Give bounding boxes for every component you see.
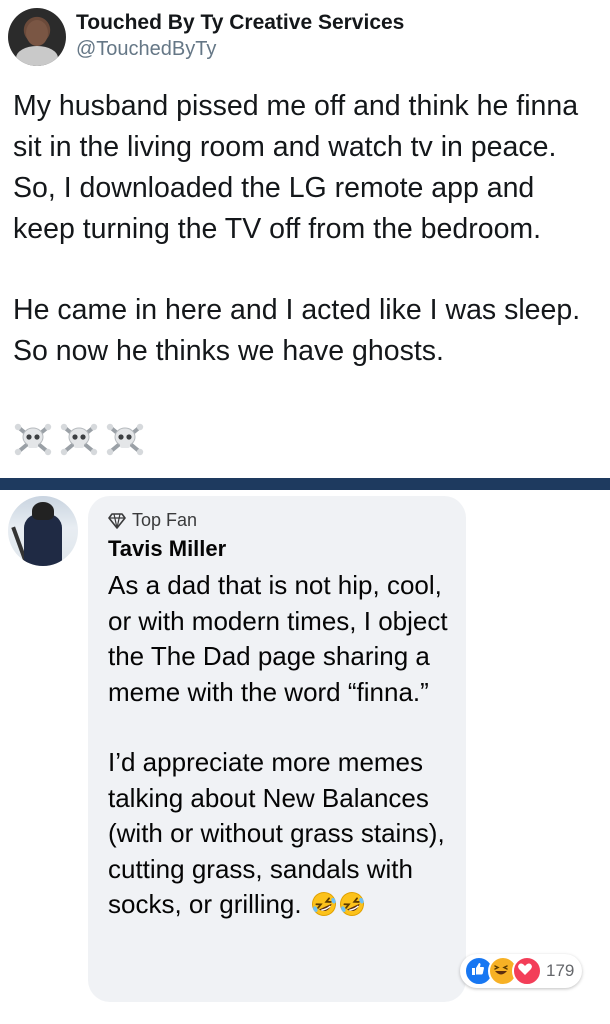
skull-crossbones-icon bbox=[60, 423, 98, 456]
skull-crossbones-icon bbox=[106, 423, 144, 456]
comment-paragraph: As a dad that is not hip, cool, or with … bbox=[108, 570, 448, 707]
diamond-icon bbox=[108, 512, 126, 529]
comment-paragraph: I’d appreciate more memes talking about … bbox=[108, 745, 458, 923]
comment-author[interactable]: Tavis Miller bbox=[108, 536, 226, 562]
rolling-on-floor-laughing-icon bbox=[311, 892, 336, 916]
commenter-avatar[interactable] bbox=[8, 496, 78, 566]
reactions-summary[interactable]: 179 bbox=[460, 954, 583, 988]
skull-crossbones-icon bbox=[14, 423, 52, 456]
tweet-emoji-row bbox=[13, 422, 145, 456]
avatar-player bbox=[24, 514, 62, 566]
top-fan-badge: Top Fan bbox=[108, 510, 197, 531]
top-fan-label: Top Fan bbox=[132, 510, 198, 530]
avatar-face bbox=[26, 20, 48, 46]
comment-text: As a dad that is not hip, cool, or with … bbox=[108, 568, 458, 923]
tweet-text: My husband pissed me off and think he fi… bbox=[13, 86, 603, 372]
tweet-card: Touched By Ty Creative Services @Touched… bbox=[0, 0, 610, 478]
rolling-on-floor-laughing-icon bbox=[339, 892, 364, 916]
tweet-avatar[interactable] bbox=[8, 8, 66, 66]
avatar-helmet bbox=[32, 502, 54, 520]
facebook-comment: Top Fan Tavis Miller As a dad that is no… bbox=[0, 490, 610, 1024]
avatar-shirt bbox=[16, 46, 58, 66]
comment-paragraph-text: I’d appreciate more memes talking about … bbox=[108, 747, 445, 919]
tweet-paragraph: He came in here and I acted like I was s… bbox=[13, 294, 581, 367]
love-icon bbox=[512, 956, 542, 986]
tweet-display-name[interactable]: Touched By Ty Creative Services bbox=[76, 11, 404, 35]
screenshot-divider bbox=[0, 478, 610, 490]
reaction-count: 179 bbox=[546, 961, 575, 980]
comment-bubble: Top Fan Tavis Miller As a dad that is no… bbox=[88, 496, 466, 1002]
tweet-handle[interactable]: @TouchedByTy bbox=[76, 38, 216, 61]
tweet-paragraph: My husband pissed me off and think he fi… bbox=[13, 90, 579, 245]
